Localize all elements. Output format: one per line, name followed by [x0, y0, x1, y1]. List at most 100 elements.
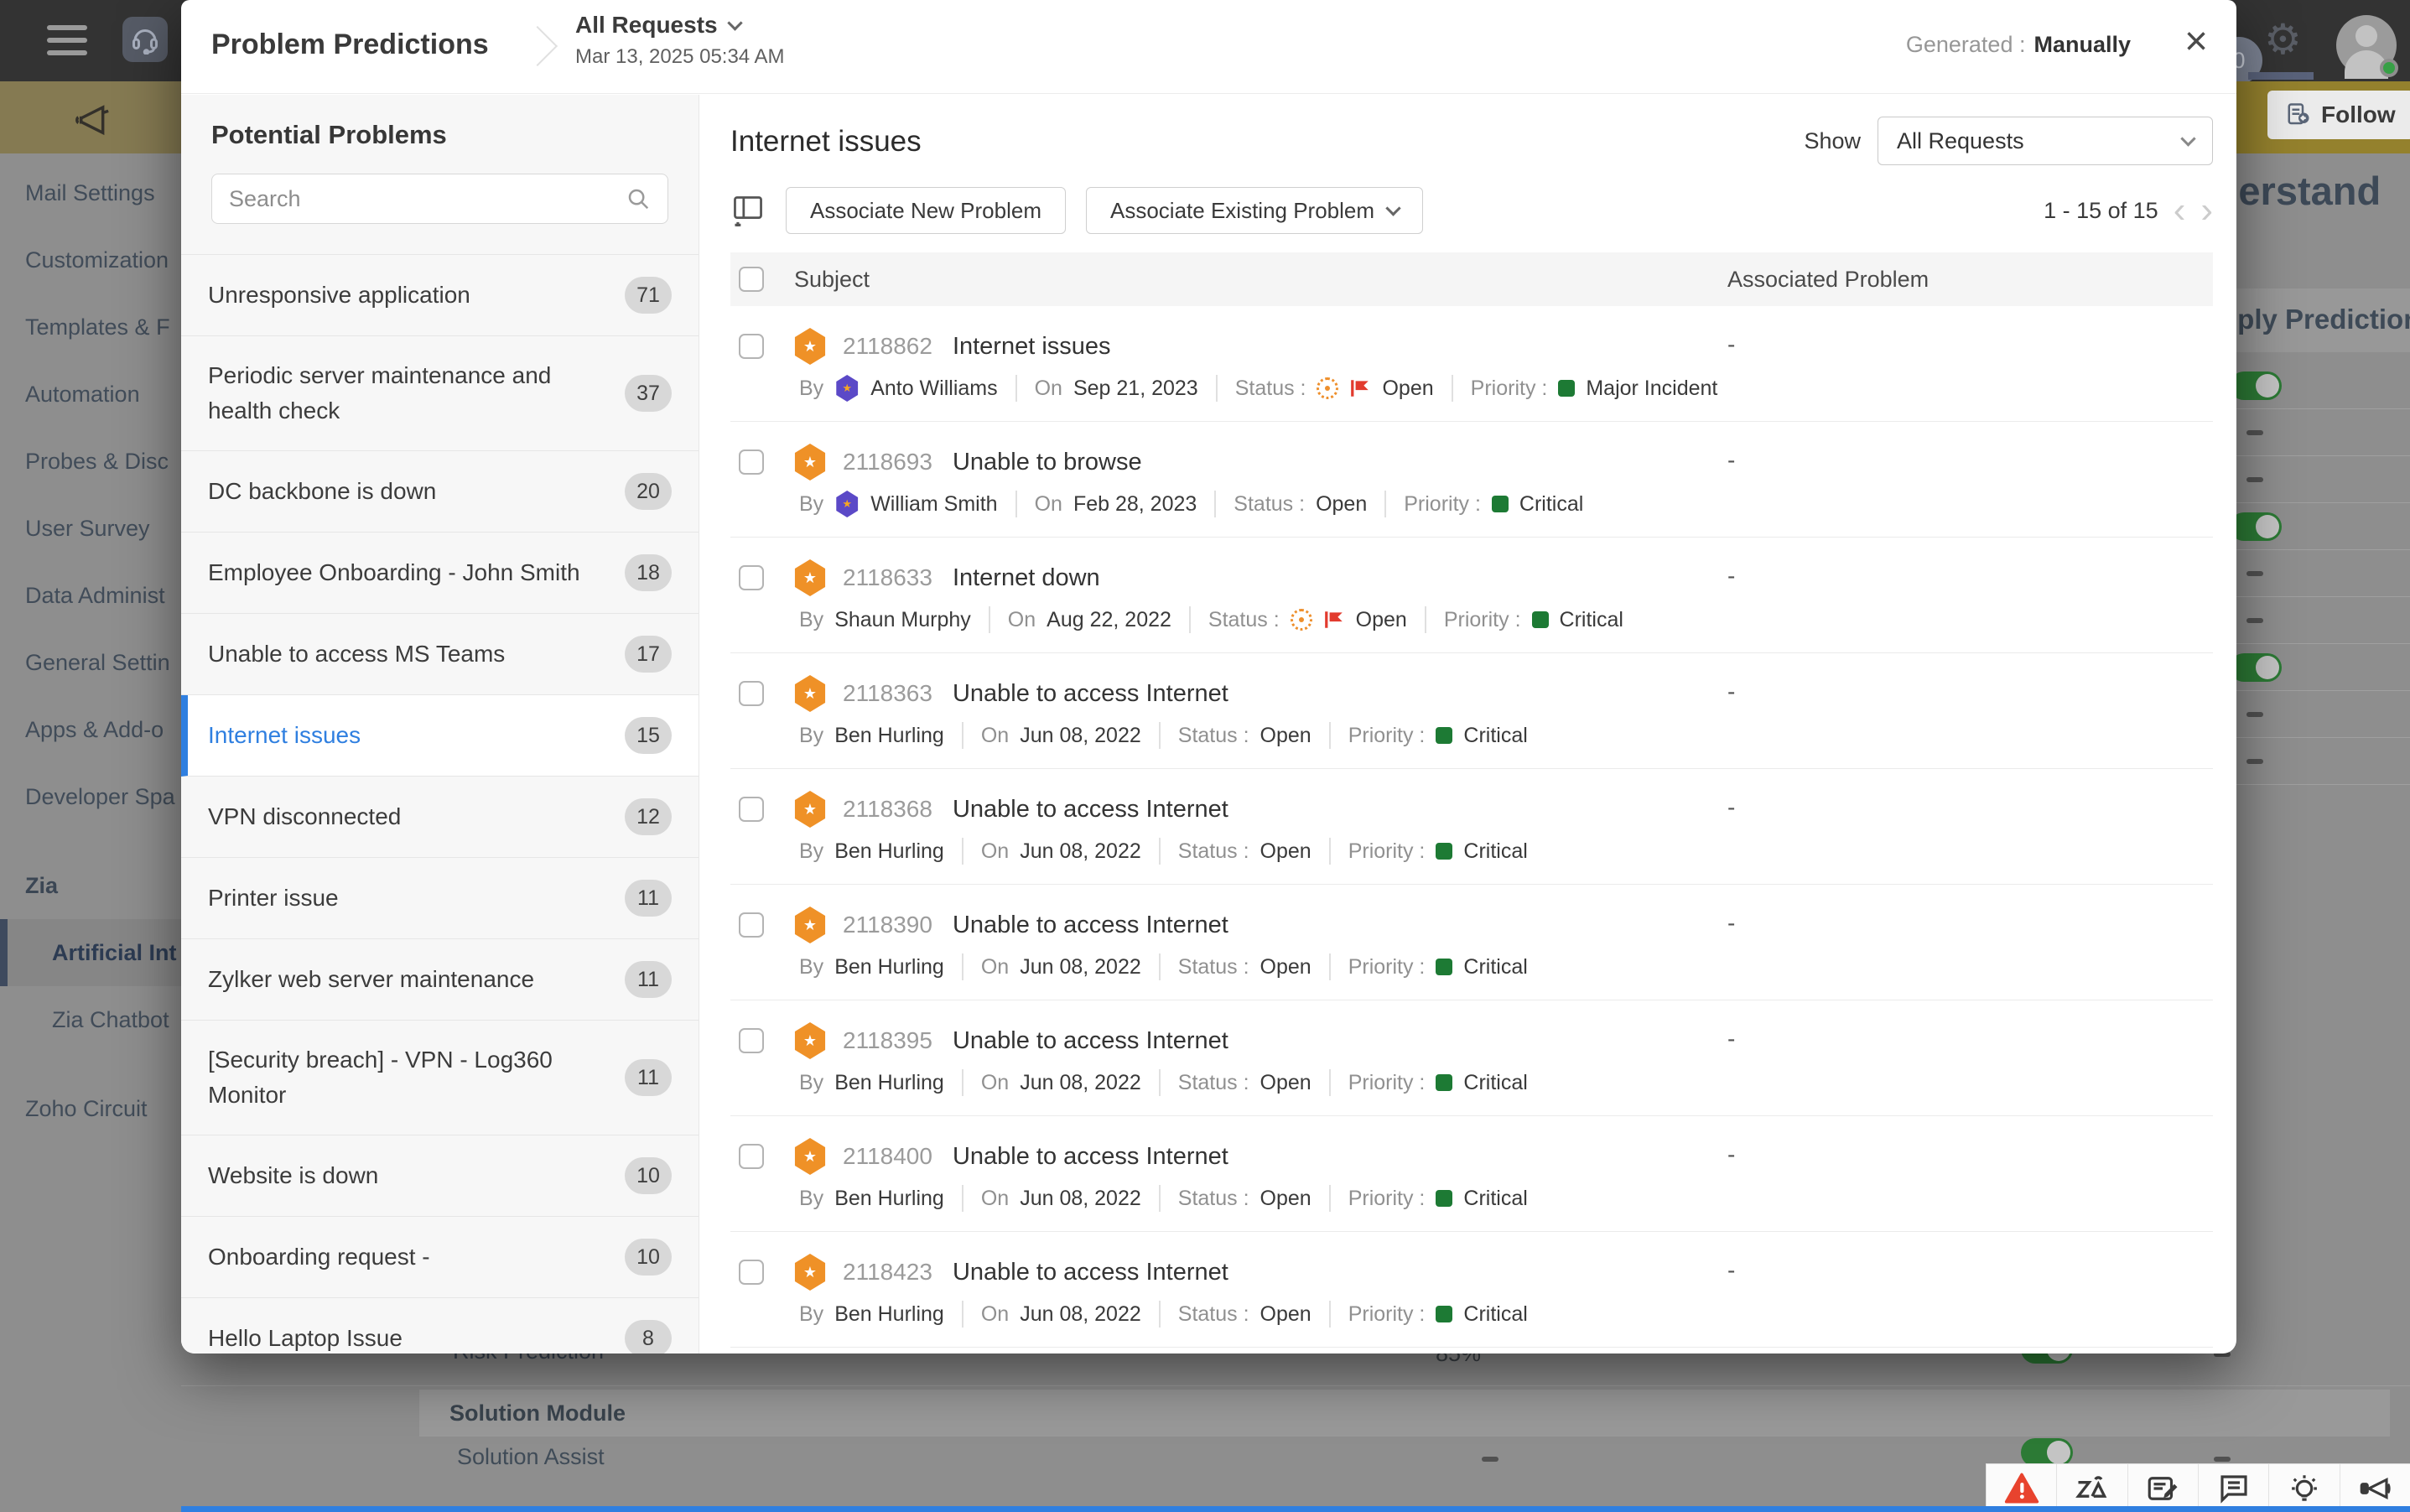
comments-button[interactable]: [2198, 1464, 2268, 1512]
request-icon: ★: [792, 791, 828, 828]
sidebar-item[interactable]: Data Administ: [0, 562, 181, 629]
request-subject[interactable]: Unable to access Internet: [953, 796, 1228, 824]
sidebar-item[interactable]: Zoho Circuit: [0, 1075, 181, 1142]
associate-existing-problem-button[interactable]: Associate Existing Problem: [1086, 187, 1423, 234]
request-subject[interactable]: Unable to access Internet: [953, 1259, 1228, 1286]
row-checkbox[interactable]: [739, 1028, 764, 1053]
table-row[interactable]: ★ 2118633 Internet down - By Shaun Murph…: [730, 538, 2213, 653]
table-row[interactable]: ★ 2118693 Unable to browse - By ★ Willia…: [730, 422, 2213, 538]
request-icon: ★: [792, 559, 828, 596]
toggle-switch-on[interactable]: [2230, 653, 2282, 682]
status-value: Open: [1260, 1187, 1311, 1211]
on-label: On: [981, 839, 1009, 864]
gear-icon[interactable]: ⚙: [2264, 15, 2302, 64]
chevron-right-divider-icon: [517, 26, 558, 66]
table-row[interactable]: ★ 2118363 Unable to access Internet - By…: [730, 653, 2213, 769]
associate-new-problem-button[interactable]: Associate New Problem: [786, 187, 1066, 234]
row-checkbox[interactable]: [739, 681, 764, 706]
scope-dropdown[interactable]: All Requests Mar 13, 2025 05:34 AM: [575, 12, 785, 69]
sidebar-item[interactable]: Customization: [0, 226, 181, 294]
problem-list-item[interactable]: Internet issues 15: [181, 695, 699, 777]
sidebar-item[interactable]: User Survey: [0, 495, 181, 562]
count-badge: 8: [625, 1320, 672, 1354]
request-subject[interactable]: Unable to access Internet: [953, 1027, 1228, 1055]
sidebar-item[interactable]: Probes & Disc: [0, 428, 181, 495]
row-checkbox[interactable]: [739, 449, 764, 475]
next-page-icon[interactable]: ›: [2200, 192, 2213, 229]
compose-button[interactable]: [2127, 1464, 2198, 1512]
row-checkbox[interactable]: [739, 912, 764, 938]
megaphone-right-icon: [2357, 1471, 2392, 1506]
priority-color-square: [1492, 496, 1509, 512]
prev-page-icon[interactable]: ‹: [2174, 192, 2186, 229]
sidebar-item[interactable]: Automation: [0, 361, 181, 428]
search-input[interactable]: [229, 186, 626, 212]
chevron-down-icon: [1385, 200, 1400, 216]
sidebar-item[interactable]: Artificial Int: [0, 919, 181, 986]
sidebar-item[interactable]: General Settin: [0, 629, 181, 696]
flag-icon: [1349, 377, 1371, 399]
follow-button[interactable]: Follow: [2267, 91, 2410, 139]
table-row[interactable]: ★ 2118390 Unable to access Internet - By…: [730, 885, 2213, 1000]
request-date: Jun 08, 2022: [1020, 724, 1141, 748]
status-label: Status :: [1178, 839, 1249, 864]
settings-row: [2236, 738, 2410, 785]
problem-list-item[interactable]: Unable to access MS Teams 17: [181, 614, 699, 695]
problem-list-item[interactable]: Printer issue 11: [181, 858, 699, 939]
table-row[interactable]: ★ 2118368 Unable to access Internet - By…: [730, 769, 2213, 885]
row-checkbox[interactable]: [739, 1260, 764, 1285]
sidebar-item[interactable]: Templates & F: [0, 294, 181, 361]
sidebar-item[interactable]: Mail Settings: [0, 159, 181, 226]
problem-list-item[interactable]: VPN disconnected 12: [181, 777, 699, 858]
table-row[interactable]: ★ 2118423 Unable to access Internet - By…: [730, 1232, 2213, 1348]
associated-problem-value: -: [1727, 910, 1735, 937]
toggle-switch-on[interactable]: [2230, 512, 2282, 541]
problem-list-item[interactable]: Unresponsive application 71: [181, 255, 699, 336]
sidebar-item[interactable]: Developer Spa: [0, 763, 181, 830]
row-checkbox[interactable]: [739, 334, 764, 359]
sidebar-item[interactable]: Apps & Add-o: [0, 696, 181, 763]
priority-value: Critical: [1463, 1071, 1527, 1095]
problem-list-item[interactable]: Onboarding request - 10: [181, 1217, 699, 1298]
request-subject[interactable]: Unable to access Internet: [953, 680, 1228, 708]
show-filter-select[interactable]: All Requests: [1878, 117, 2213, 165]
row-checkbox[interactable]: [739, 1144, 764, 1169]
request-subject[interactable]: Internet issues: [953, 333, 1111, 361]
solution-assist-label: Solution Assist: [457, 1444, 605, 1470]
solution-assist-toggle[interactable]: [2021, 1438, 2073, 1467]
select-all-checkbox[interactable]: [739, 267, 764, 292]
row-checkbox[interactable]: [739, 565, 764, 590]
problem-list-item[interactable]: Website is down 10: [181, 1135, 699, 1217]
row-checkbox[interactable]: [739, 797, 764, 822]
support-headset-button[interactable]: [122, 17, 168, 62]
sidebar-item[interactable]: Zia Chatbot: [0, 986, 181, 1053]
request-subject[interactable]: Unable to access Internet: [953, 912, 1228, 939]
column-chooser-icon[interactable]: [730, 195, 766, 226]
alerts-button[interactable]: [1986, 1464, 2056, 1512]
table-row[interactable]: ★ 2118862 Internet issues - By ★ Anto Wi…: [730, 306, 2213, 422]
request-date: Jun 08, 2022: [1020, 955, 1141, 979]
table-row[interactable]: ★ 2118395 Unable to access Internet - By…: [730, 1000, 2213, 1116]
announcements-button[interactable]: [2340, 1464, 2410, 1512]
request-subject[interactable]: Internet down: [953, 564, 1100, 592]
requester-name: Ben Hurling: [834, 955, 944, 979]
problem-list-item[interactable]: Hello Laptop Issue 8: [181, 1298, 699, 1354]
zia-button[interactable]: [2056, 1464, 2127, 1512]
problem-list-item[interactable]: Employee Onboarding - John Smith 18: [181, 533, 699, 614]
problem-list-item[interactable]: Zylker web server maintenance 11: [181, 939, 699, 1021]
sidebar-item[interactable]: Zia: [0, 852, 181, 919]
avatar[interactable]: [2336, 15, 2397, 75]
request-subject[interactable]: Unable to browse: [953, 449, 1142, 476]
problem-list-item[interactable]: [Security breach] - VPN - Log360 Monitor…: [181, 1021, 699, 1135]
table-row[interactable]: ★ 2118400 Unable to access Internet - By…: [730, 1116, 2213, 1232]
close-icon[interactable]: ×: [2184, 22, 2208, 62]
problem-list-item[interactable]: DC backbone is down 20: [181, 451, 699, 533]
toggle-switch-on[interactable]: [2230, 372, 2282, 400]
request-subject[interactable]: Unable to access Internet: [953, 1143, 1228, 1171]
by-label: By: [799, 608, 823, 632]
problem-list-item[interactable]: Periodic server maintenance and health c…: [181, 336, 699, 451]
associated-problem-value: -: [1727, 1141, 1735, 1168]
hamburger-menu-icon[interactable]: [47, 25, 87, 63]
count-badge: 15: [625, 717, 672, 754]
ideas-button[interactable]: [2268, 1464, 2339, 1512]
